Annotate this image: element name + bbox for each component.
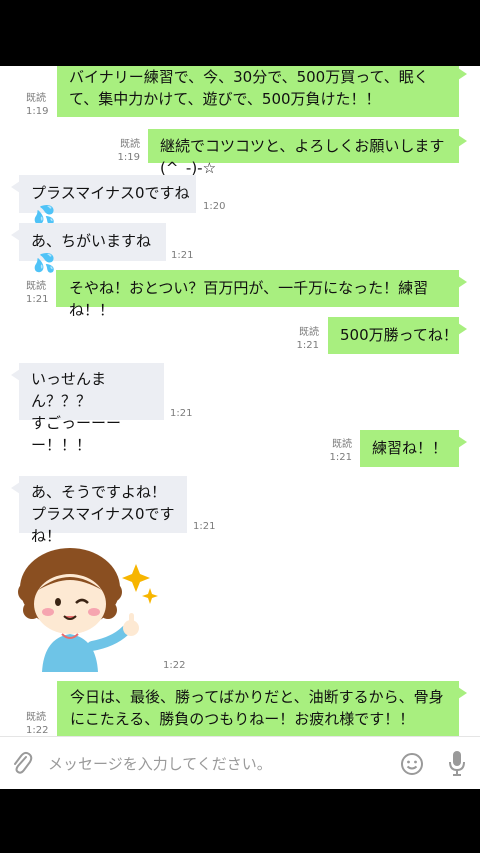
received-message-bubble[interactable]: あ、ちがいますね 💦 [11, 223, 166, 274]
message-text: 継続でコツコツと、よろしくお願いします(^_-)-☆ [160, 137, 445, 177]
message-meta: 既読 1:21 [291, 326, 319, 352]
sent-message-bubble[interactable]: バイナリー練習で、今、30分で、500万買って、眠くて、集中力かけて、遊びで、5… [57, 66, 467, 117]
message-meta: 既読 1:21 [324, 438, 352, 464]
read-receipt: 既読 [299, 327, 319, 338]
message-text: 今日は、最後、勝ってばかりだと、油断するから、骨身にこたえる、勝負のつもりねー！… [70, 688, 444, 728]
message-text: 500万勝ってね！ [340, 326, 458, 344]
message-text: 練習ね！！ [372, 439, 448, 457]
read-receipt: 既読 [26, 281, 46, 292]
message-meta: 既読 1:22 [26, 711, 48, 736]
received-message-bubble[interactable]: プラスマイナス0ですね💦 [11, 175, 196, 226]
girl-thumbs-up-sticker[interactable] [14, 546, 164, 672]
read-receipt: 既読 [26, 712, 46, 723]
timestamp: 1:19 [117, 152, 140, 163]
sent-message-bubble[interactable]: そやね！おとつい？百万円が、一千万になった！練習ね！！ [56, 270, 467, 319]
timestamp: 1:19 [26, 106, 49, 117]
timestamp: 1:21 [329, 452, 352, 463]
microphone-icon[interactable] [448, 750, 466, 780]
message-meta: 既読 1:19 [112, 138, 140, 164]
read-receipt: 既読 [26, 93, 46, 104]
message-text-line: すごっーーーー！！！ [31, 414, 122, 454]
message-text: あ、ちがいますね [31, 232, 152, 250]
sent-message-bubble[interactable]: 練習ね！！ [360, 430, 467, 467]
sent-message-bubble[interactable]: 継続でコツコツと、よろしくお願いします(^_-)-☆ [148, 129, 467, 177]
received-message-bubble[interactable]: あ、そうですよね！ プラスマイナス0ですね！ [11, 476, 187, 545]
message-text: そやね！おとつい？百万円が、一千万になった！練習ね！！ [69, 279, 429, 319]
timestamp: 1:21 [171, 250, 194, 261]
screen: 既読 1:19 バイナリー練習で、今、30分で、500万買って、眠くて、集中力か… [0, 0, 480, 853]
sent-message-bubble[interactable]: 500万勝ってね！ [328, 317, 467, 354]
message-text-line: あ、そうですよね！ [31, 483, 167, 501]
sweat-drops-icon: 💦 [33, 252, 56, 274]
message-text: プラスマイナス0ですね [31, 184, 190, 202]
timestamp: 1:21 [170, 408, 193, 419]
message-input[interactable]: メッセージを入力してください。 [48, 753, 272, 774]
message-meta: 既読 1:19 [26, 92, 48, 118]
timestamp: 1:21 [296, 340, 319, 351]
message-meta: 既読 1:21 [26, 280, 48, 306]
timestamp: 1:21 [26, 294, 49, 305]
message-text-line: プラスマイナス0ですね！ [31, 505, 175, 545]
timestamp: 1:21 [193, 521, 216, 532]
received-message-bubble[interactable]: いっせんまん？？？ すごっーーーー！！！ [11, 363, 164, 454]
chat-area[interactable]: 既読 1:19 バイナリー練習で、今、30分で、500万買って、眠くて、集中力か… [0, 66, 480, 736]
read-receipt: 既読 [332, 439, 352, 450]
sent-message-bubble[interactable]: 今日は、最後、勝ってばかりだと、油断するから、骨身にこたえる、勝負のつもりねー！… [57, 681, 467, 736]
paperclip-icon[interactable] [11, 751, 33, 779]
message-text-line: いっせんまん？？？ [31, 370, 107, 410]
read-receipt: 既読 [120, 139, 140, 150]
timestamp: 1:22 [26, 725, 49, 736]
timestamp: 1:22 [163, 660, 186, 671]
message-input-bar: メッセージを入力してください。 [0, 736, 480, 789]
smiley-icon[interactable] [400, 752, 424, 780]
message-text: バイナリー練習で、今、30分で、500万買って、眠くて、集中力かけて、遊びで、5… [69, 68, 429, 108]
timestamp: 1:20 [203, 201, 226, 212]
